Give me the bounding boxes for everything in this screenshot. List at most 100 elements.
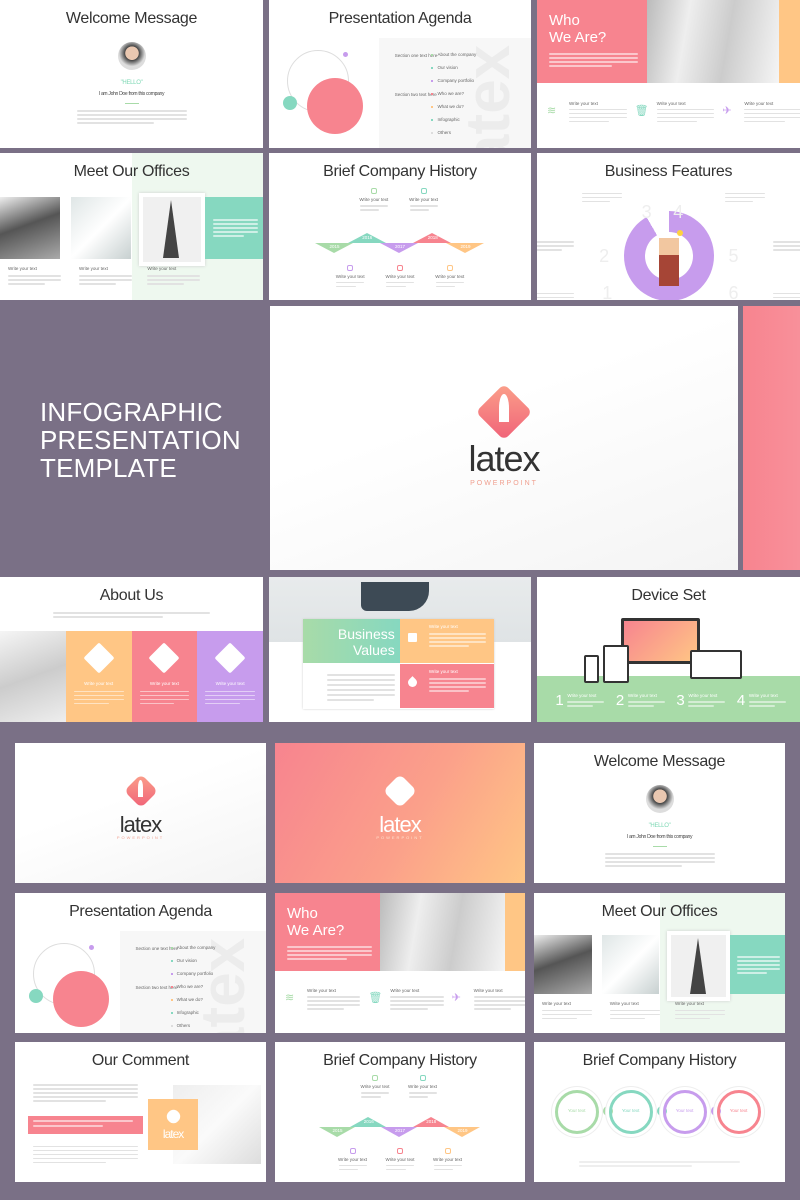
logo-subtitle: POWERPOINT xyxy=(470,480,538,488)
text-placeholder-line xyxy=(287,950,372,952)
agenda-bullet xyxy=(431,132,434,134)
item-title: Write your text xyxy=(569,100,598,106)
text-placeholder-line xyxy=(748,705,775,707)
text-placeholder-line xyxy=(361,1092,389,1094)
text-placeholder-line xyxy=(473,996,525,998)
text-placeholder-line xyxy=(32,1088,138,1090)
slide-meet-our-offices[interactable]: Meet Our Offices Write your text Write you… xyxy=(0,153,263,300)
text-placeholder-line xyxy=(213,223,258,225)
slide-logo-gradient[interactable]: latex POWERPOINT xyxy=(275,743,525,883)
text-placeholder-line xyxy=(32,1161,107,1164)
orange-strip xyxy=(778,0,800,83)
agenda-item[interactable]: What we do? xyxy=(177,997,203,1002)
avatar xyxy=(117,42,146,70)
text-placeholder-line xyxy=(428,678,487,680)
agenda-item[interactable]: Infographic xyxy=(177,1010,199,1015)
slide-logo-white[interactable]: latex POWERPOINT xyxy=(15,743,266,883)
slide-who-we-are[interactable]: Who We Are? ≋ Write your text 🗑 Write your te… xyxy=(275,893,525,1033)
slide-device-set[interactable]: Device Set 1 Write your text 2 Write your te… xyxy=(537,577,800,722)
text-placeholder-line xyxy=(537,245,575,247)
text-placeholder-line xyxy=(433,1164,462,1167)
slide-presentation-agenda[interactable]: Presentation Agenda latex Section one text… xyxy=(15,893,266,1033)
slide-presentation-agenda[interactable]: Presentation Agenda latex Section one text… xyxy=(269,0,531,148)
flatiron-silhouette xyxy=(689,937,706,994)
watermark-text: latex xyxy=(453,44,523,148)
text-placeholder-line xyxy=(326,674,395,676)
agenda-bullet xyxy=(170,973,173,975)
monitor-device xyxy=(621,617,701,664)
slide-business-values[interactable]: Business Values Write your text Write your … xyxy=(269,577,531,722)
agenda-item[interactable]: Who we are? xyxy=(437,91,464,96)
slide-business-features[interactable]: Business Features 1 2 3 4 5 6 xyxy=(537,153,800,300)
text-placeholder-line xyxy=(609,1013,660,1016)
slide-who-we-are[interactable]: Who We Are? ≋ Write your text 🗑 Write your te… xyxy=(537,0,800,148)
text-placeholder-line xyxy=(542,1017,578,1020)
text-placeholder-line xyxy=(287,954,372,956)
slide-about-us[interactable]: About Us Write your text Write your text Wr… xyxy=(0,577,263,722)
agenda-item[interactable]: Others xyxy=(177,1023,191,1028)
office-caption: Write your text xyxy=(79,266,108,272)
slide-title: Brief Company History xyxy=(323,1052,477,1069)
slide-welcome-message[interactable]: Welcome Message "HELLO" I am John Doe from… xyxy=(534,743,785,883)
timeline-year: 2018 xyxy=(427,234,438,240)
slide-brief-company-history-circles[interactable]: Brief Company History Your text › Your text… xyxy=(534,1042,785,1182)
text-placeholder-line xyxy=(326,694,395,696)
text-placeholder-line xyxy=(428,690,470,692)
slide-meet-our-offices[interactable]: Meet Our Offices Write your text Write you… xyxy=(534,893,785,1033)
item-title: Write your text xyxy=(656,100,686,106)
agenda-item[interactable]: About the company xyxy=(177,945,216,950)
logo-wordmark: latex xyxy=(162,1127,184,1142)
text-placeholder-line xyxy=(326,699,375,701)
text-placeholder-line xyxy=(428,682,487,684)
slide-brief-company-history[interactable]: Brief Company History 2015 2016 2017 2018 201… xyxy=(275,1042,525,1182)
title-line-1: Business xyxy=(337,625,395,642)
slide-title: Business Features xyxy=(604,163,733,180)
logo-subtitle: POWERPOINT xyxy=(376,835,424,841)
text-placeholder-line xyxy=(579,1165,692,1167)
agenda-item[interactable]: Our vision xyxy=(437,65,457,70)
text-placeholder-line xyxy=(656,120,698,123)
agenda-item[interactable]: Others xyxy=(437,130,451,135)
slide-welcome-message[interactable]: Welcome Message "HELLO" I am John Doe from… xyxy=(0,0,263,148)
slide-title: Presentation Agenda xyxy=(328,10,472,27)
ring-label: Your text xyxy=(621,1107,640,1113)
slide-title: Welcome Message xyxy=(65,10,198,27)
title-line-1: Who xyxy=(287,905,318,922)
agenda-item[interactable]: Company portfolio xyxy=(177,971,214,976)
tablet-device xyxy=(602,645,630,683)
slide-brief-company-history[interactable]: Brief Company History 2015 2016 2017 2018 201… xyxy=(269,153,531,300)
timeline-item-title: Write your text xyxy=(360,1084,390,1089)
text-placeholder-line xyxy=(287,958,347,960)
timeline-year: 2016 xyxy=(362,234,373,240)
text-placeholder-line xyxy=(473,1004,525,1006)
slide-title-logo[interactable]: latex POWERPOINT xyxy=(270,306,738,570)
agenda-bullet xyxy=(431,93,434,95)
text-placeholder-line xyxy=(32,1100,107,1102)
agenda-item[interactable]: Company portfolio xyxy=(437,78,474,83)
text-placeholder-line xyxy=(542,1013,593,1016)
agenda-item[interactable]: Our vision xyxy=(177,958,197,963)
timeline-year: 2016 xyxy=(363,1119,374,1125)
agenda-item[interactable]: What we do? xyxy=(437,104,463,109)
text-placeholder-line xyxy=(73,702,109,705)
agenda-item[interactable]: Who we are? xyxy=(177,984,204,989)
text-placeholder-line xyxy=(688,701,726,703)
timeline-icon xyxy=(420,188,427,195)
next-slide-peek[interactable] xyxy=(743,306,800,570)
text-placeholder-line xyxy=(772,241,800,243)
slide-our-comment[interactable]: Our Comment latex xyxy=(15,1042,266,1182)
about-column: Write your text xyxy=(65,630,132,722)
text-placeholder-line xyxy=(724,196,765,199)
purple-dot xyxy=(343,52,348,57)
text-placeholder-line xyxy=(435,285,456,288)
text-placeholder-line xyxy=(744,120,785,123)
logo-subtitle: POWERPOINT xyxy=(116,835,165,841)
text-placeholder-line xyxy=(609,1009,660,1012)
slide-title: Meet Our Offices xyxy=(73,163,190,180)
divider xyxy=(124,103,139,104)
text-placeholder-line xyxy=(537,292,575,295)
agenda-item[interactable]: About the company xyxy=(437,52,476,57)
agenda-item[interactable]: Infographic xyxy=(437,117,459,122)
text-placeholder-line xyxy=(205,702,241,705)
text-placeholder-line xyxy=(569,116,627,119)
